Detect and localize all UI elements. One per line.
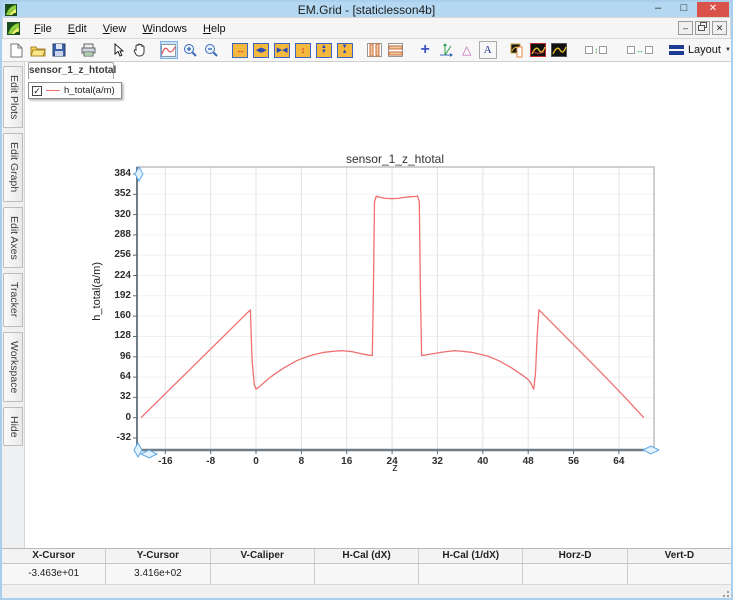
status-header-row: X-CursorY-CursorV-CaliperH-Cal (dX)H-Cal… — [2, 549, 731, 564]
sidebar-item-edit-axes[interactable]: Edit Axes — [3, 207, 23, 269]
status-col-h-cal-dx-: H-Cal (dX) — [315, 549, 419, 563]
y-tick-224: 224 — [101, 270, 131, 281]
status-col-y-cursor: Y-Cursor — [106, 549, 210, 563]
layout-button[interactable]: Layout ▼ — [669, 44, 731, 56]
layout-label: Layout — [688, 44, 721, 56]
plot-title: sensor_1_z_htotal — [245, 152, 545, 166]
toolbar: ↔ ◀▶ ▶◀ ↕ ▲▼ ▼▲ + △ A ↕ ↔ Layout ▼ — [2, 39, 731, 62]
plot-canvas[interactable]: sensor_1_z_htotal ✓ h_total(a/m) 3843523… — [25, 62, 731, 548]
triangle-marker-icon[interactable]: △ — [458, 41, 476, 59]
status-col-vert-d: Vert-D — [628, 549, 731, 563]
y-tick-96: 96 — [101, 351, 131, 362]
column-view-icon[interactable] — [366, 41, 384, 59]
crosshair-icon[interactable]: + — [416, 41, 434, 59]
status-col-x-cursor: X-Cursor — [2, 549, 106, 563]
status-col-v-caliper: V-Caliper — [211, 549, 315, 563]
plot-select-icon[interactable] — [160, 41, 178, 59]
dark-plot-icon[interactable] — [550, 41, 568, 59]
cursor-status-table: X-CursorY-CursorV-CaliperH-Cal (dX)H-Cal… — [2, 548, 731, 584]
sidebar-item-tracker[interactable]: Tracker — [3, 273, 23, 326]
v-space-icon[interactable]: ↕ — [580, 41, 612, 59]
sidebar-item-workspace[interactable]: Workspace — [3, 332, 23, 402]
doc-logo-icon — [7, 22, 20, 35]
y-tick-320: 320 — [101, 209, 131, 220]
layout-bars-icon — [669, 45, 684, 56]
copy-graph-icon[interactable] — [509, 41, 527, 59]
maximize-icon[interactable]: □ — [671, 2, 697, 17]
sidebar-item-edit-plots[interactable]: Edit Plots — [3, 66, 23, 128]
h-shrink-icon[interactable]: ◀▶ — [252, 41, 270, 59]
axes-icon[interactable] — [437, 41, 455, 59]
text-label-icon[interactable]: A — [479, 41, 497, 59]
status-value-4 — [419, 564, 523, 585]
status-value-0: -3.463e+01 — [2, 564, 106, 585]
y-tick-128: 128 — [101, 330, 131, 341]
sidebar-tabs: Edit Plots Edit Graph Edit Axes Tracker Work… — [2, 62, 25, 548]
status-value-1: 3.416e+02 — [106, 564, 210, 585]
row-view-icon[interactable] — [386, 41, 404, 59]
pan-hand-icon[interactable] — [130, 41, 148, 59]
y-tick-192: 192 — [101, 290, 131, 301]
h-expand-icon[interactable]: ↔ — [232, 41, 250, 59]
y-tick-288: 288 — [101, 229, 131, 240]
y-tick--32: -32 — [101, 432, 131, 443]
dark-plot-red-icon[interactable] — [529, 41, 547, 59]
x-tick--8: -8 — [196, 456, 226, 467]
resize-grip[interactable] — [719, 587, 729, 597]
title-bar: EM.Grid - [staticlesson4b] – □ ✕ — [2, 2, 731, 17]
window-status-bar — [2, 584, 731, 598]
y-tick-32: 32 — [101, 391, 131, 402]
status-value-2 — [211, 564, 315, 585]
y-tick-0: 0 — [101, 412, 131, 423]
status-value-5 — [523, 564, 627, 585]
x-tick-64: 64 — [604, 456, 634, 467]
print-icon[interactable] — [79, 41, 97, 59]
status-value-6 — [628, 564, 731, 585]
zoom-out-icon[interactable] — [202, 41, 220, 59]
close-icon[interactable]: ✕ — [697, 2, 729, 17]
select-arrow-icon[interactable] — [109, 41, 127, 59]
save-icon[interactable] — [50, 41, 68, 59]
menu-edit[interactable]: Edit — [60, 20, 95, 38]
x-tick--16: -16 — [150, 456, 180, 467]
mdi-restore-icon[interactable] — [695, 21, 710, 35]
mdi-minimize-icon[interactable]: – — [678, 21, 693, 35]
open-folder-icon[interactable] — [29, 41, 47, 59]
x-axis-label: z — [245, 462, 545, 474]
status-value-row: -3.463e+013.416e+02 — [2, 564, 731, 585]
v-shrink-icon[interactable]: ▲▼ — [315, 41, 333, 59]
chevron-down-icon: ▼ — [725, 47, 731, 53]
y-axis-label: h_total(a/m) — [91, 262, 103, 321]
minimize-icon[interactable]: – — [645, 2, 671, 17]
menu-file[interactable]: File — [26, 20, 60, 38]
y-tick-64: 64 — [101, 371, 131, 382]
x-tick-56: 56 — [559, 456, 589, 467]
h-fit-icon[interactable]: ▶◀ — [273, 41, 291, 59]
menu-bar: FileEditViewWindowsHelp – ✕ — [2, 17, 731, 39]
v-fit-icon[interactable]: ▼▲ — [336, 41, 354, 59]
sidebar-item-edit-graph[interactable]: Edit Graph — [3, 133, 23, 201]
v-expand-icon[interactable]: ↕ — [294, 41, 312, 59]
plot-chart — [25, 62, 731, 548]
menu-view[interactable]: View — [95, 20, 135, 38]
h-space-icon[interactable]: ↔ — [624, 41, 656, 59]
status-value-3 — [315, 564, 419, 585]
zoom-in-icon[interactable] — [181, 41, 199, 59]
menu-help[interactable]: Help — [195, 20, 234, 38]
sidebar-item-hide[interactable]: Hide — [3, 407, 23, 447]
status-col-h-cal-1-dx-: H-Cal (1/dX) — [419, 549, 523, 563]
mdi-close-icon[interactable]: ✕ — [712, 21, 727, 35]
y-tick-256: 256 — [101, 249, 131, 260]
y-tick-160: 160 — [101, 310, 131, 321]
window-title: EM.Grid - [staticlesson4b] — [2, 3, 731, 17]
y-tick-384: 384 — [101, 168, 131, 179]
y-tick-352: 352 — [101, 188, 131, 199]
new-file-icon[interactable] — [8, 41, 26, 59]
app-window: EM.Grid - [staticlesson4b] – □ ✕ FileEdi… — [0, 0, 733, 600]
menu-windows[interactable]: Windows — [134, 20, 195, 38]
status-col-horz-d: Horz-D — [523, 549, 627, 563]
menu-items: FileEditViewWindowsHelp — [26, 19, 234, 37]
